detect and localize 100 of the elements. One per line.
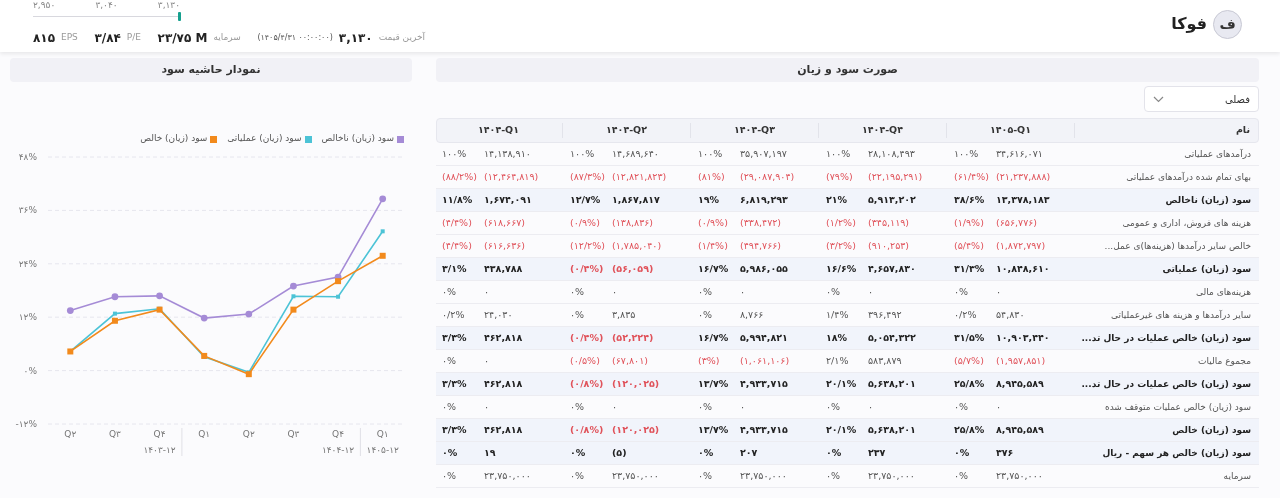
percent-value: (۸۱%): [698, 169, 726, 184]
y-axis-label: ۱۲%: [18, 312, 37, 323]
percent-value: ۱۳/۷%: [698, 376, 730, 391]
panel-title: نمودار حاشیه سود: [10, 58, 412, 82]
percent-value: ۱۰۰%: [826, 146, 852, 161]
percent-value: ۰%: [570, 284, 586, 299]
percent-value: ۰%: [570, 399, 586, 414]
percent-value: ۳/۳%: [442, 376, 468, 391]
percent-value: ۱۰۰%: [570, 146, 596, 161]
amount-value: ۰: [612, 284, 618, 299]
amount-value: ۱۰,۸۴۸,۶۱۰: [996, 261, 1050, 276]
symbol-name: فوکا: [1171, 13, 1207, 35]
percent-value: ۰%: [570, 307, 586, 322]
stat-value: ۲۳/۷۵ M: [157, 30, 208, 47]
stat-value: ۳/۸۴: [94, 30, 121, 47]
percent-value: ۰%: [954, 284, 970, 299]
percent-value: ۲۱%: [826, 192, 849, 207]
percent-value: ۱۰۰%: [442, 146, 468, 161]
legend-label[interactable]: سود (زیان) خالص: [140, 132, 208, 146]
percent-value: (۴/۴%): [442, 238, 473, 253]
amount-value: (۱۲۰,۰۲۵): [612, 376, 660, 391]
data-point: [201, 352, 208, 359]
amount-value: (۹۱۰,۲۵۳): [868, 238, 910, 253]
amount-value: ۴,۹۳۳,۷۱۵: [740, 422, 788, 437]
amount-value: (۶۷,۸۰۱): [612, 353, 648, 368]
percent-value: (۴/۴%): [442, 215, 473, 230]
amount-value: (۱,۷۸۵,۰۴۰): [612, 238, 662, 253]
row-label: هزینه‌های مالی: [1196, 286, 1251, 297]
amount-value: (۱۳۸,۸۳۶): [612, 215, 654, 230]
data-point: [245, 310, 253, 318]
percent-value: (۰/۵%): [570, 353, 601, 368]
amount-value: ۴,۹۳۳,۷۱۵: [740, 376, 788, 391]
legend-swatch-icon: [304, 135, 312, 143]
percent-value: ۰%: [698, 399, 714, 414]
amount-value: ۱۴,۶۸۹,۶۴۰: [612, 146, 659, 161]
stat-label: EPS: [61, 31, 78, 45]
amount-value: (۲۲,۱۹۵,۲۹۱): [868, 169, 923, 184]
amount-value: (۳۴۵,۱۱۹): [868, 215, 910, 230]
percent-value: (۳%): [698, 353, 721, 368]
percent-value: ۳۱/۳%: [954, 261, 986, 276]
percent-value: ۰%: [570, 445, 587, 460]
amount-value: (۱,۰۶۱,۱۰۶): [740, 353, 790, 368]
x-axis-label: Q۳: [287, 429, 300, 439]
panel-title: صورت سود و زیان: [436, 58, 1259, 82]
percent-value: ۳/۳%: [442, 422, 468, 437]
x-axis-label: Q۲: [242, 429, 255, 439]
amount-value: ۰: [996, 284, 1002, 299]
amount-value: (۱۲,۸۲۱,۸۲۳): [612, 169, 667, 184]
data-point: [200, 314, 208, 322]
amount-value: ۰: [996, 399, 1002, 414]
amount-value: ۴۶۲,۸۱۸: [484, 330, 523, 345]
amount-value: (۶۱۶,۶۳۶): [484, 238, 526, 253]
percent-value: ۲۰/۱%: [826, 422, 858, 437]
y-axis-label: -۱۲%: [15, 419, 37, 429]
percent-value: (۵/۷%): [954, 353, 985, 368]
row-label: بهای تمام شده درآمدهای عملیاتی: [1126, 171, 1251, 182]
data-point: [111, 293, 119, 301]
percent-value: ۳۸/۶%: [954, 192, 986, 207]
column-header: نام: [1235, 124, 1250, 136]
percent-value: ۰%: [826, 284, 842, 299]
amount-value: ۶,۸۱۹,۲۹۳: [740, 192, 788, 207]
percent-value: ۲۵/۸%: [954, 376, 986, 391]
data-point: [336, 294, 341, 299]
percent-value: (۶۱/۴%): [954, 169, 990, 184]
percent-value: (۱۲/۲%): [570, 238, 606, 253]
amount-value: (۳۳۸,۴۷۲): [740, 215, 782, 230]
x-axis-label: Q۱ ۱۴۰۵-۱۲: [366, 429, 399, 455]
amount-value: ۲۴,۰۳۰: [484, 307, 513, 322]
legend-swatch-icon: [210, 135, 218, 143]
amount-value: (۵): [612, 445, 627, 460]
amount-value: ۳۵,۹۰۷,۱۹۷: [740, 146, 787, 161]
percent-value: ۰%: [954, 399, 970, 414]
percent-value: ۰%: [442, 445, 459, 460]
percent-value: ۰%: [698, 468, 714, 483]
period-dropdown[interactable]: فصلی: [1144, 86, 1259, 112]
y-axis-label: ۳۶%: [18, 205, 37, 216]
symbol-avatar: ف: [1213, 9, 1242, 39]
percent-value: ۰/۲%: [442, 307, 466, 322]
amount-value: (۲۹,۰۸۷,۹۰۴): [740, 169, 795, 184]
row-label: سرمایه: [1223, 470, 1251, 481]
amount-value: ۴۶۲,۸۱۸: [484, 422, 523, 437]
legend-label[interactable]: سود (زیان) ناخالص: [321, 132, 394, 146]
data-point: [156, 306, 163, 313]
percent-value: ۰%: [442, 399, 458, 414]
x-axis-label: Q۲: [64, 429, 77, 439]
amount-value: ۰: [740, 399, 746, 414]
percent-value: ۱۹%: [698, 192, 721, 207]
data-point: [291, 294, 296, 299]
legend-swatch-icon: [397, 135, 404, 143]
legend-label[interactable]: سود (زیان) عملیاتی: [227, 132, 302, 146]
amount-value: ۰: [484, 399, 490, 414]
percent-value: ۰%: [442, 468, 458, 483]
amount-value: ۲۸,۱۰۸,۴۹۳: [868, 146, 915, 161]
x-axis-label: Q۴ ۱۴۰۴-۱۲: [321, 429, 355, 455]
percent-value: (۱/۴%): [698, 238, 729, 253]
amount-value: ۴,۶۵۷,۸۳۰: [868, 261, 916, 276]
range-label: ۲,۹۵۰: [33, 0, 56, 11]
amount-value: ۲۳۷: [868, 445, 886, 460]
amount-value: ۵,۶۳۸,۲۰۱: [868, 376, 916, 391]
percent-value: ۱۱/۸%: [442, 192, 474, 207]
